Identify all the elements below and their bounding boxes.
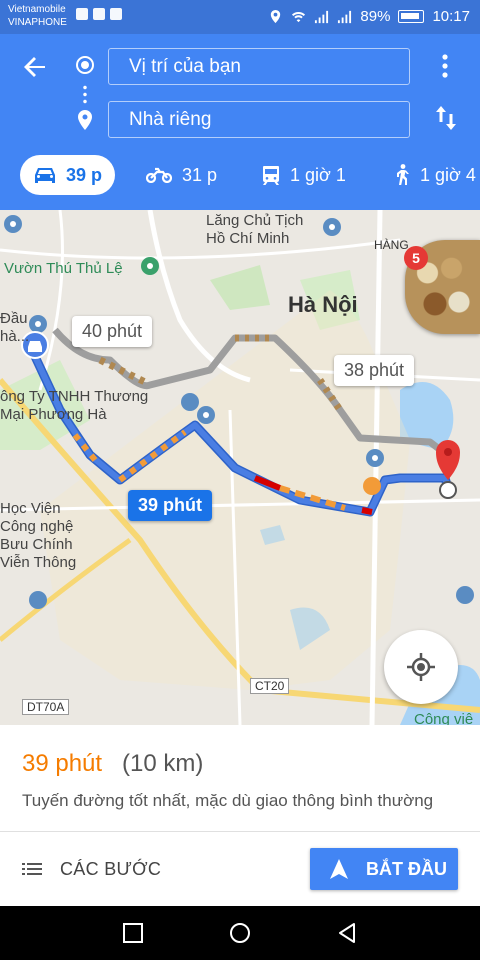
- back-icon[interactable]: [336, 922, 358, 944]
- destination-field[interactable]: Nhà riêng: [108, 101, 410, 138]
- map-view[interactable]: Lăng Chủ Tịch Hồ Chí Minh Vườn Thú Thủ L…: [0, 210, 480, 725]
- wifi-icon: [292, 11, 306, 23]
- mode-transit[interactable]: 1 giờ 1: [262, 155, 346, 195]
- car-icon: [35, 168, 55, 183]
- crosshair-icon: [407, 653, 435, 681]
- route-distance: (10 km): [122, 750, 204, 777]
- map-label-park: Công viê: [414, 711, 474, 725]
- map-label-hanoi: Hà Nội: [288, 292, 358, 317]
- facebook-icon: [76, 8, 88, 20]
- messenger-icon: [93, 8, 105, 20]
- divider: [0, 831, 480, 832]
- carrier-info: Vietnamobile VINAPHONE: [8, 3, 67, 29]
- steps-button[interactable]: CÁC BƯỚC: [22, 851, 161, 887]
- selected-route-time[interactable]: 39 phút: [128, 490, 213, 521]
- directions-header: Vị trí của bạn Nhà riêng 39 p 31 p 1 giờ…: [0, 34, 480, 210]
- start-label: BẮT ĐẦU: [366, 858, 447, 879]
- map-label-academy: Học Viện Công nghệ Bưu Chính Viễn Thông: [0, 500, 77, 571]
- origin-dot-icon: [76, 56, 94, 74]
- notification-badge: 5: [404, 246, 428, 270]
- app-notification-icon: [110, 8, 122, 20]
- battery-icon: [398, 10, 425, 23]
- poi-pin-icon: [4, 215, 22, 233]
- map-label-mausoleum: Lăng Chủ Tịch Hồ Chí Minh: [206, 212, 303, 248]
- notification-icons: [76, 8, 122, 20]
- map-label-zoo: Vườn Thú Thủ Lệ: [4, 260, 123, 277]
- more-vert-icon[interactable]: [436, 52, 454, 80]
- transit-icon: [263, 166, 279, 185]
- recents-icon[interactable]: [122, 922, 144, 944]
- travel-mode-bar: 39 p 31 p 1 giờ 1 1 giờ 4: [0, 151, 480, 199]
- mode-walking-label: 1 giờ 4: [420, 164, 476, 185]
- map-label-mausoleum-text: Lăng Chủ Tịch Hồ Chí Minh: [206, 212, 304, 247]
- system-nav-bar: [0, 906, 480, 960]
- back-arrow-icon[interactable]: [20, 52, 50, 82]
- carrier-name-2: VINAPHONE: [8, 17, 67, 28]
- mode-motorbike[interactable]: 31 p: [146, 155, 217, 195]
- battery-percent: 89%: [360, 8, 391, 25]
- walk-icon: [397, 164, 409, 185]
- clock: 10:17: [432, 8, 470, 25]
- road-label-ct20: CT20: [250, 678, 290, 694]
- list-icon: [22, 863, 42, 875]
- system-status: 89% 10:17: [268, 8, 470, 25]
- location-icon: [271, 9, 281, 24]
- start-navigation-button[interactable]: BẮT ĐẦU: [310, 848, 458, 890]
- road-label-dt70a: DT70A: [22, 699, 70, 715]
- route-summary-panel: 39 phút (10 km) Tuyến đường tốt nhất, mặ…: [0, 725, 480, 906]
- map-label-dau: Đầu hà...: [0, 310, 30, 345]
- alt-route-time-2[interactable]: 38 phút: [334, 355, 415, 386]
- swap-icon[interactable]: [434, 104, 458, 132]
- mode-walking[interactable]: 1 giờ 4: [394, 155, 476, 195]
- signal-icon-2: [338, 10, 352, 24]
- steps-label: CÁC BƯỚC: [60, 858, 162, 879]
- home-icon[interactable]: [229, 922, 251, 944]
- status-bar: Vietnamobile VINAPHONE 89% 10:17: [0, 0, 480, 34]
- map-label-hang: HÀNG: [374, 238, 409, 252]
- mode-motorbike-label: 31 p: [182, 164, 218, 185]
- navigation-arrow-icon: [330, 859, 348, 879]
- mode-driving-label: 39 p: [66, 164, 103, 185]
- my-location-button[interactable]: [384, 630, 458, 704]
- carrier-name-1: Vietnamobile: [8, 4, 66, 15]
- eta-time: 39 phút: [22, 750, 103, 777]
- alt-route-time-1[interactable]: 40 phút: [72, 316, 153, 347]
- mode-driving[interactable]: 39 p: [20, 155, 115, 195]
- route-description: Tuyến đường tốt nhất, mặc dù giao thông …: [22, 791, 434, 810]
- map-label-company: ông Ty TNHH Thương Mại Phương Hà: [0, 388, 149, 423]
- route-connector: [83, 84, 87, 106]
- origin-field[interactable]: Vị trí của bạn: [108, 48, 410, 85]
- signal-icon: [315, 10, 329, 24]
- motorbike-icon: [146, 167, 172, 183]
- mode-transit-label: 1 giờ 1: [290, 164, 346, 185]
- destination-pin-icon: [78, 110, 92, 130]
